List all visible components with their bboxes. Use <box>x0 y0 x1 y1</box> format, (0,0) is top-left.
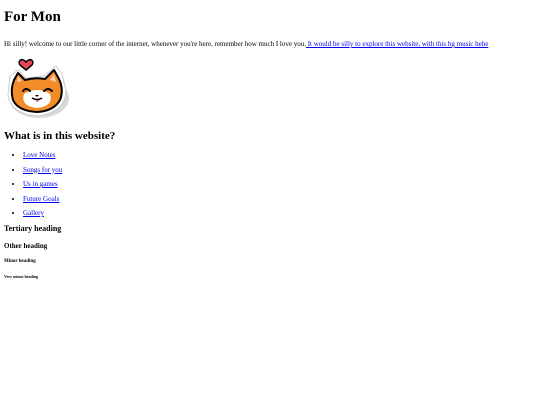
intro-paragraph: Hi silly! welcome to our little corner o… <box>4 40 536 49</box>
site-nav-list: Love Notes Songs for you Us in games Fut… <box>4 151 536 217</box>
section-heading: What is in this website? <box>4 130 116 142</box>
list-item: Future Goals <box>23 195 536 203</box>
us-in-games-link[interactable]: Us in games <box>23 180 58 188</box>
minor-heading: Minor heading <box>4 258 36 264</box>
page: For Mon Hi silly! welcome to our little … <box>0 0 540 405</box>
list-item: Gallery <box>23 209 536 217</box>
list-item: Songs for you <box>23 166 536 174</box>
cat-heart-sticker-icon <box>7 58 69 118</box>
future-goals-link[interactable]: Future Goals <box>23 195 59 203</box>
songs-for-you-link[interactable]: Songs for you <box>23 166 62 174</box>
list-item: Love Notes <box>23 151 536 159</box>
love-notes-link[interactable]: Love Notes <box>23 151 55 159</box>
gallery-link[interactable]: Gallery <box>23 209 44 217</box>
bg-music-link[interactable]: It would be silly to explore this websit… <box>306 40 489 48</box>
page-title: For Mon <box>4 9 61 25</box>
tertiary-heading: Tertiary heading <box>4 223 62 233</box>
very-minor-heading: Very minor heading <box>4 273 39 279</box>
other-heading: Other heading <box>4 241 48 250</box>
list-item: Us in games <box>23 180 536 188</box>
intro-text: Hi silly! welcome to our little corner o… <box>4 40 306 48</box>
